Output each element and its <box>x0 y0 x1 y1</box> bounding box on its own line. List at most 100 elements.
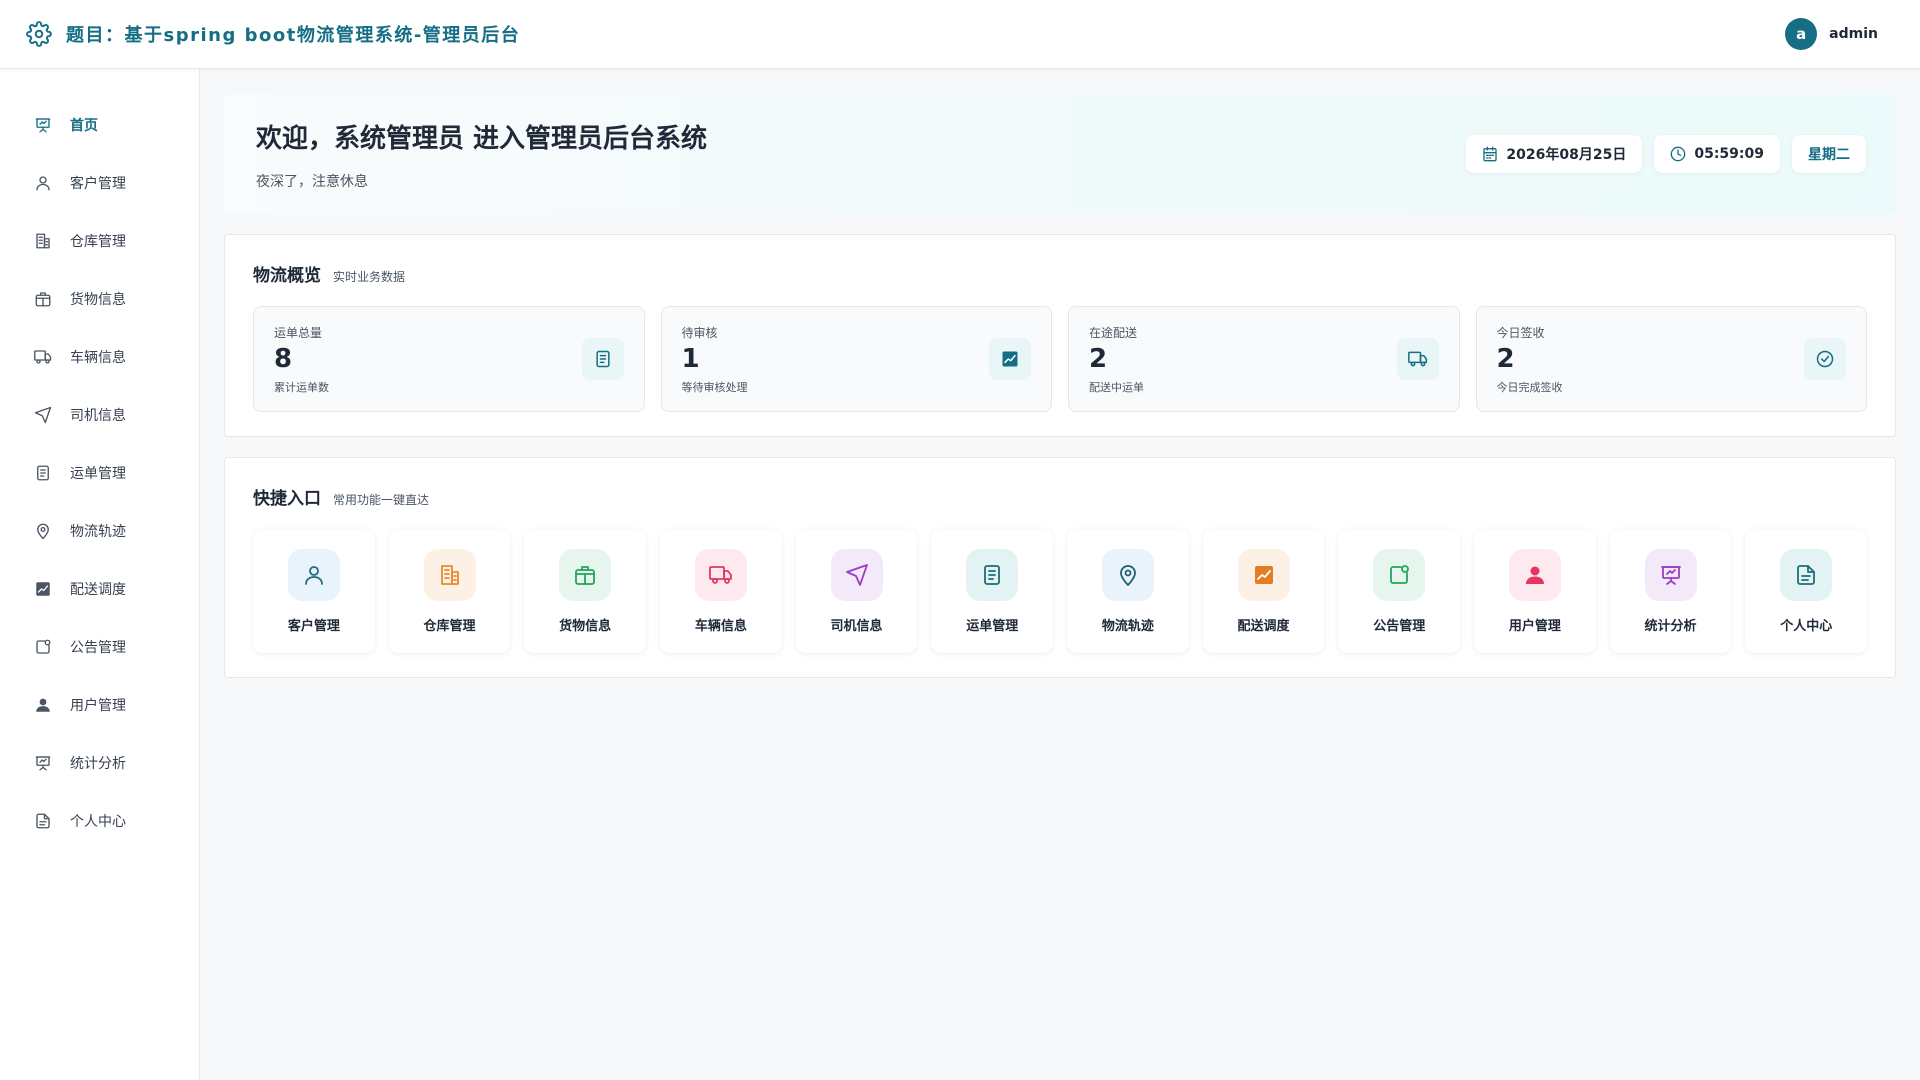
quick-entry-label: 个人中心 <box>1780 619 1833 634</box>
quick-entry[interactable]: 仓库管理 <box>388 529 511 653</box>
sidebar-item-12[interactable]: 个人中心 <box>0 792 199 850</box>
current-time: 05:59:09 <box>1694 146 1764 162</box>
quick-entry-icon-box <box>1644 549 1697 601</box>
quick-entry-label: 运单管理 <box>966 619 1019 634</box>
stat-value: 1 <box>681 343 700 374</box>
welcome-subtitle: 夜深了，注意休息 <box>256 173 368 190</box>
stat-value: 8 <box>274 343 293 374</box>
clock-icon <box>1671 146 1686 162</box>
quick-entry[interactable]: 运单管理 <box>931 529 1054 653</box>
quick-entry[interactable]: 公告管理 <box>1338 529 1461 653</box>
check-circle-icon <box>1816 350 1834 368</box>
user-solid-icon <box>1525 566 1544 584</box>
quick-entry[interactable]: 个人中心 <box>1745 529 1868 653</box>
username[interactable]: admin <box>1829 26 1878 42</box>
quick-entry-icon-box <box>1780 549 1833 601</box>
stat-label: 待审核 <box>681 325 718 340</box>
quick-entry-label: 车辆信息 <box>694 619 747 634</box>
stat-label: 在途配送 <box>1089 325 1138 340</box>
quick-entry-label: 司机信息 <box>830 619 883 634</box>
user-menu[interactable]: a admin <box>1785 18 1878 50</box>
quick-entry-label: 公告管理 <box>1373 619 1426 634</box>
document-icon <box>595 350 610 368</box>
document-icon <box>37 465 49 481</box>
system-title: 题目：基于spring boot物流管理系统-管理员后台 <box>66 25 521 46</box>
overview-title: 物流概览 <box>253 266 321 286</box>
quick-entry-icon-box <box>559 549 612 601</box>
stat-value: 2 <box>1496 343 1515 374</box>
stat-card: 在途配送 2 配送中运单 <box>1068 306 1460 412</box>
avatar[interactable]: a <box>1785 18 1818 50</box>
sidebar-item-4[interactable]: 车辆信息 <box>0 328 199 386</box>
stat-icon-box <box>1804 338 1846 380</box>
sidebar-item-3[interactable]: 货物信息 <box>0 270 199 328</box>
quick-entry[interactable]: 配送调度 <box>1202 529 1325 653</box>
sidebar-item-10[interactable]: 用户管理 <box>0 676 199 734</box>
sidebar-item-0[interactable]: 首页 <box>0 96 199 154</box>
sidebar: 首页客户管理仓库管理货物信息车辆信息 司机信息运单管理物流轨迹 配送调度公告管理用户… <box>0 69 200 1080</box>
stat-card: 今日签收 2 今日完成签收 <box>1475 306 1867 412</box>
top-header: 题目：基于spring boot物流管理系统-管理员后台 a admin <box>0 0 1920 69</box>
sidebar-item-label: 公告管理 <box>70 640 126 656</box>
map-pin-icon <box>37 523 49 540</box>
sidebar-item-label: 个人中心 <box>70 814 126 830</box>
quick-entry[interactable]: 客户管理 <box>253 529 375 653</box>
stat-desc: 等待审核处理 <box>681 380 748 394</box>
document-icon <box>984 565 1001 585</box>
quick-entry-icon-box <box>1101 549 1154 601</box>
quick-entry[interactable]: 统计分析 <box>1609 529 1732 653</box>
brand: 题目：基于spring boot物流管理系统-管理员后台 <box>26 21 520 47</box>
quick-entry-icon-box <box>1373 549 1426 601</box>
stat-label: 运单总量 <box>274 325 323 340</box>
sidebar-item-1[interactable]: 客户管理 <box>0 154 199 212</box>
sidebar-item-label: 客户管理 <box>70 176 126 192</box>
sidebar-item-7[interactable]: 物流轨迹 <box>0 502 199 560</box>
stat-icon-box <box>581 338 624 380</box>
quick-entry[interactable]: 司机信息 <box>795 529 918 653</box>
sidebar-item-2[interactable]: 仓库管理 <box>0 212 199 270</box>
quick-access-card: 快捷入口 常用功能一键直达 客户管理 仓库管理 货物信息 车辆信息 司机信息 运单管理 物流… <box>224 457 1896 678</box>
user-icon <box>36 176 50 191</box>
notice-icon <box>36 639 51 654</box>
sidebar-item-5[interactable]: 司机信息 <box>0 386 199 444</box>
user-solid-icon <box>36 698 50 712</box>
quick-entry-label: 货物信息 <box>559 619 612 634</box>
welcome-banner: 欢迎，系统管理员 进入管理员后台系统 夜深了，注意休息 2026年08月25日 … <box>224 94 1896 214</box>
sidebar-item-label: 运单管理 <box>70 466 126 482</box>
weekday-pill: 星期二 <box>1792 135 1866 173</box>
stat-card: 运单总量 8 累计运单数 <box>253 306 645 412</box>
quick-entry[interactable]: 货物信息 <box>524 529 647 653</box>
user-icon <box>304 566 323 585</box>
sidebar-item-label: 首页 <box>70 118 98 134</box>
chart-icon <box>36 582 50 596</box>
quick-entry-label: 仓库管理 <box>423 619 476 634</box>
quick-entry-icon-box <box>966 549 1019 601</box>
quick-entry-icon-box <box>1237 549 1290 601</box>
stat-value: 2 <box>1089 343 1108 374</box>
gear-icon[interactable] <box>26 21 52 47</box>
sidebar-item-9[interactable]: 公告管理 <box>0 618 199 676</box>
presentation-icon <box>35 118 51 133</box>
quick-entry[interactable]: 车辆信息 <box>660 529 782 653</box>
package-icon <box>575 566 596 585</box>
chart-icon <box>1002 351 1018 367</box>
sidebar-item-11[interactable]: 统计分析 <box>0 734 199 792</box>
date-pill: 2026年08月25日 <box>1466 135 1643 173</box>
file-icon <box>1797 565 1816 585</box>
quick-entry-label: 物流轨迹 <box>1101 619 1154 634</box>
sidebar-item-8[interactable]: 配送调度 <box>0 560 199 618</box>
current-date: 2026年08月25日 <box>1506 147 1627 163</box>
presentation-icon <box>35 756 51 771</box>
file-icon <box>36 813 50 829</box>
quick-entry[interactable]: 物流轨迹 <box>1067 529 1189 653</box>
stat-desc: 今日完成签收 <box>1496 380 1563 394</box>
main-content: 欢迎，系统管理员 进入管理员后台系统 夜深了，注意休息 2026年08月25日 … <box>224 94 1896 678</box>
stat-desc: 配送中运单 <box>1089 380 1144 394</box>
sidebar-item-label: 货物信息 <box>70 292 126 308</box>
sidebar-item-6[interactable]: 运单管理 <box>0 444 199 502</box>
quick-entry-icon-box <box>287 549 340 601</box>
stat-card: 待审核 1 等待审核处理 <box>660 306 1052 412</box>
presentation-icon <box>1660 566 1681 585</box>
quick-entry[interactable]: 用户管理 <box>1474 529 1596 653</box>
quick-entry-label: 客户管理 <box>287 619 340 634</box>
